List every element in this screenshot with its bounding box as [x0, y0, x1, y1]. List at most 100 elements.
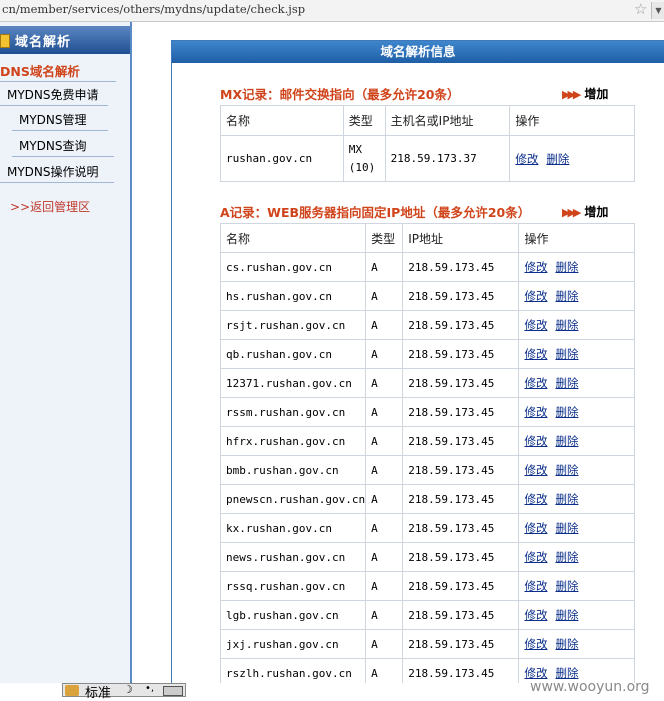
record-actions: 修改 删除 [518, 629, 635, 659]
record-name: kx.rushan.gov.cn [219, 513, 367, 543]
delete-link[interactable]: 删除 [555, 260, 578, 274]
address-bar[interactable]: cn/member/services/others/mydns/update/c… [0, 0, 664, 22]
edit-link[interactable]: 修改 [524, 463, 547, 477]
delete-link[interactable]: 删除 [555, 492, 578, 506]
sidebar-item-label[interactable]: MYDNS查询 [19, 137, 87, 154]
delete-link[interactable]: 删除 [555, 637, 578, 651]
record-ip: 218.59.173.45 [402, 571, 520, 601]
delete-link[interactable]: 删除 [546, 152, 569, 166]
a-add-button[interactable]: ▶▶▶ 增加 [562, 203, 608, 220]
sidebar-item-label[interactable]: MYDNS操作说明 [7, 163, 99, 180]
edit-link[interactable]: 修改 [524, 289, 547, 303]
edit-link[interactable]: 修改 [524, 260, 547, 274]
record-name: news.rushan.gov.cn [219, 542, 367, 572]
edit-link[interactable]: 修改 [524, 666, 547, 680]
edit-link[interactable]: 修改 [515, 152, 538, 166]
record-name: hfrx.rushan.gov.cn [219, 426, 367, 456]
delete-link[interactable]: 删除 [555, 666, 578, 680]
record-ip: 218.59.173.45 [402, 426, 520, 456]
sidebar-item-help[interactable]: MYDNS操作说明 [0, 158, 114, 183]
record-type: A [365, 397, 404, 427]
edit-link[interactable]: 修改 [524, 521, 547, 535]
delete-link[interactable]: 删除 [555, 434, 578, 448]
delete-link[interactable]: 删除 [555, 579, 578, 593]
delete-link[interactable]: 删除 [555, 521, 578, 535]
table-row: kx.rushan.gov.cn A 218.59.173.45 修改 删除 [219, 513, 635, 543]
sidebar-item-query[interactable]: MYDNS查询 [12, 132, 114, 157]
table-row: jxj.rushan.gov.cn A 218.59.173.45 修改 删除 [219, 629, 635, 659]
edit-link[interactable]: 修改 [524, 405, 547, 419]
record-ip: 218.59.173.45 [402, 542, 520, 572]
sidebar-item-apply[interactable]: MYDNS免费申请 [0, 81, 108, 106]
record-ip: 218.59.173.45 [402, 281, 520, 311]
ime-logo-icon[interactable] [65, 685, 79, 696]
sidebar-item-label[interactable]: MYDNS管理 [19, 111, 87, 128]
half-width-moon-icon[interactable]: ☽ [123, 683, 133, 696]
edit-link[interactable]: 修改 [524, 550, 547, 564]
delete-link[interactable]: 删除 [555, 463, 578, 477]
record-actions: 修改 删除 [518, 252, 635, 282]
table-row: rsjt.rushan.gov.cn A 218.59.173.45 修改 删除 [219, 310, 635, 340]
edit-link[interactable]: 修改 [524, 492, 547, 506]
delete-link[interactable]: 删除 [555, 347, 578, 361]
sidebar-item-label[interactable]: MYDNS免费申请 [7, 86, 99, 103]
arrow-icon: ▶▶▶ [562, 88, 581, 101]
record-ip: 218.59.173.45 [402, 252, 520, 282]
record-type: MX (10) [342, 135, 386, 182]
record-type: A [365, 629, 404, 659]
delete-link[interactable]: 删除 [555, 376, 578, 390]
record-ip: 218.59.173.45 [402, 513, 520, 543]
sidebar-header: 域名解析 [0, 26, 130, 54]
record-ip: 218.59.173.37 [384, 135, 511, 182]
record-actions: 修改 删除 [518, 571, 635, 601]
mx-add-button[interactable]: ▶▶▶ 增加 [562, 85, 608, 102]
back-to-admin-link[interactable]: >>返回管理区 [10, 198, 90, 215]
url-text[interactable]: cn/member/services/others/mydns/update/c… [2, 2, 305, 16]
edit-link[interactable]: 修改 [524, 347, 547, 361]
record-actions: 修改 删除 [518, 484, 635, 514]
record-type: A [365, 513, 404, 543]
ime-mode[interactable]: 标准 [85, 682, 111, 701]
dropdown-arrow-icon[interactable]: ▼ [651, 2, 664, 19]
record-type: A [365, 252, 404, 282]
sidebar-item-manage[interactable]: MYDNS管理 [12, 106, 108, 131]
record-ip: 218.59.173.45 [402, 629, 520, 659]
delete-link[interactable]: 删除 [555, 318, 578, 332]
record-name: bmb.rushan.gov.cn [219, 455, 367, 485]
table-row: hfrx.rushan.gov.cn A 218.59.173.45 修改 删除 [219, 426, 635, 456]
record-type: A [365, 571, 404, 601]
record-ip: 218.59.173.45 [402, 368, 520, 398]
edit-link[interactable]: 修改 [524, 579, 547, 593]
mx-section-title: MX记录：邮件交换指向（最多允许20条） [220, 87, 460, 102]
table-row: rssm.rushan.gov.cn A 218.59.173.45 修改 删除 [219, 397, 635, 427]
record-name: qb.rushan.gov.cn [219, 339, 367, 369]
ime-toolbar[interactable]: 标准 ☽ •, [62, 683, 186, 701]
sidebar: 域名解析 DNS域名解析 MYDNS免费申请 MYDNS管理 MYDNS查询 M… [0, 22, 132, 683]
edit-link[interactable]: 修改 [524, 434, 547, 448]
delete-link[interactable]: 删除 [555, 289, 578, 303]
delete-link[interactable]: 删除 [555, 405, 578, 419]
record-name: pnewscn.rushan.gov.cn [219, 484, 367, 514]
table-row: rssq.rushan.gov.cn A 218.59.173.45 修改 删除 [219, 571, 635, 601]
punctuation-icon[interactable]: •, [145, 683, 154, 694]
edit-link[interactable]: 修改 [524, 376, 547, 390]
table-row: pnewscn.rushan.gov.cn A 218.59.173.45 修改 删除 [219, 484, 635, 514]
column-header: IP地址 [402, 223, 520, 253]
edit-link[interactable]: 修改 [524, 637, 547, 651]
record-ip: 218.59.173.45 [402, 600, 520, 630]
sidebar-section-title: DNS域名解析 [0, 64, 80, 79]
record-name: jxj.rushan.gov.cn [219, 629, 367, 659]
table-row: rushan.gov.cn MX (10) 218.59.173.37 修改 删除 [220, 135, 635, 182]
record-type: A [365, 368, 404, 398]
soft-keyboard-icon[interactable] [163, 686, 183, 696]
record-type: A [365, 484, 404, 514]
edit-link[interactable]: 修改 [524, 608, 547, 622]
delete-link[interactable]: 删除 [555, 550, 578, 564]
record-name: cs.rushan.gov.cn [219, 252, 367, 282]
record-type: A [365, 455, 404, 485]
record-ip: 218.59.173.45 [402, 397, 520, 427]
delete-link[interactable]: 删除 [555, 608, 578, 622]
edit-link[interactable]: 修改 [524, 318, 547, 332]
bookmark-star-icon[interactable]: ☆ [634, 0, 647, 18]
a-record-table: 名称 类型 IP地址 操作 cs.rushan.gov.cn A 218.59.17… [219, 223, 635, 688]
